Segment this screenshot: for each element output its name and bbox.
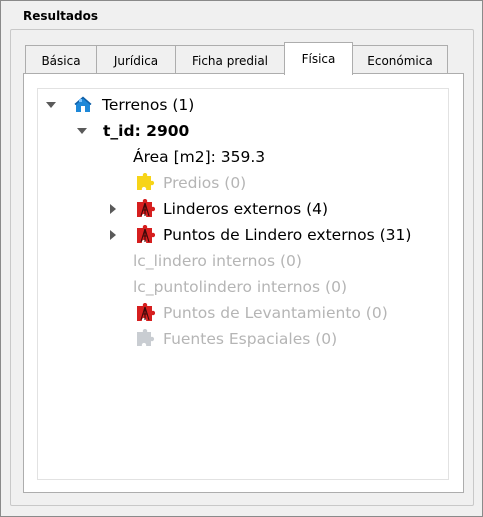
tree-label-fuentes: Fuentes Espaciales (0) <box>163 330 338 348</box>
tree-row-lc-puntolindero[interactable]: lc_puntolindero internos (0) <box>38 274 438 300</box>
puzzle-gray-icon <box>135 328 155 349</box>
tree-row-linderos[interactable]: Linderos externos (4) <box>38 196 438 222</box>
tree-row-tid[interactable]: t_id: 2900 <box>38 118 438 144</box>
puzzle-yellow-icon <box>135 172 155 193</box>
results-tree[interactable]: Terrenos (1) t_id: 2900 Área [m2]: 359.3 <box>37 88 449 480</box>
panel-title: Resultados <box>23 9 98 23</box>
tab-fisica[interactable]: Física <box>284 42 353 75</box>
tab-pane-fisica: Terrenos (1) t_id: 2900 Área [m2]: 359.3 <box>23 73 464 493</box>
tab-bar: Básica Jurídica Ficha predial Física Eco… <box>25 42 449 75</box>
puzzle-red-icon <box>135 302 156 323</box>
puzzle-red-icon <box>135 198 156 219</box>
tree-label-puntos-lindero: Puntos de Lindero externos (31) <box>163 226 412 244</box>
tree-label-terrenos: Terrenos (1) <box>102 96 195 114</box>
tree-label-lc-puntolindero: lc_puntolindero internos (0) <box>133 278 347 296</box>
house-icon <box>73 95 93 115</box>
puzzle-red-icon <box>135 224 156 245</box>
tree-label-area: Área [m2]: 359.3 <box>133 148 266 166</box>
tree-label-predios: Predios (0) <box>163 174 247 192</box>
tab-basica-label: Básica <box>41 53 81 68</box>
tab-economica-label: Económica <box>367 53 433 68</box>
tab-economica[interactable]: Económica <box>352 45 448 75</box>
expand-arrow-right-icon[interactable] <box>107 203 119 215</box>
tree-label-linderos: Linderos externos (4) <box>163 200 329 218</box>
tree-row-puntos-levantamiento[interactable]: Puntos de Levantamiento (0) <box>38 300 438 326</box>
tab-ficha-predial-label: Ficha predial <box>191 53 269 68</box>
tree-row-lc-lindero[interactable]: lc_lindero internos (0) <box>38 248 438 274</box>
results-panel: Resultados Básica Jurídica Ficha predial… <box>0 0 483 517</box>
tab-fisica-label: Física <box>301 52 336 66</box>
tree-label-tid: t_id: 2900 <box>103 122 190 140</box>
tab-ficha-predial[interactable]: Ficha predial <box>175 45 285 75</box>
tab-basica[interactable]: Básica <box>25 45 97 75</box>
tree-row-fuentes[interactable]: Fuentes Espaciales (0) <box>38 326 438 352</box>
tab-juridica-label: Jurídica <box>113 53 159 68</box>
tree-row-area[interactable]: Área [m2]: 359.3 <box>38 144 438 170</box>
tree-row-puntos-lindero[interactable]: Puntos de Lindero externos (31) <box>38 222 438 248</box>
expand-arrow-down-icon[interactable] <box>45 99 57 111</box>
tree-row-terrenos[interactable]: Terrenos (1) <box>38 92 438 118</box>
tab-juridica[interactable]: Jurídica <box>96 45 176 75</box>
tree-label-puntos-levantamiento: Puntos de Levantamiento (0) <box>163 304 388 322</box>
expand-arrow-down-icon[interactable] <box>76 125 88 137</box>
tree-label-lc-lindero: lc_lindero internos (0) <box>133 252 302 270</box>
expand-arrow-right-icon[interactable] <box>107 229 119 241</box>
tree-row-predios[interactable]: Predios (0) <box>38 170 438 196</box>
